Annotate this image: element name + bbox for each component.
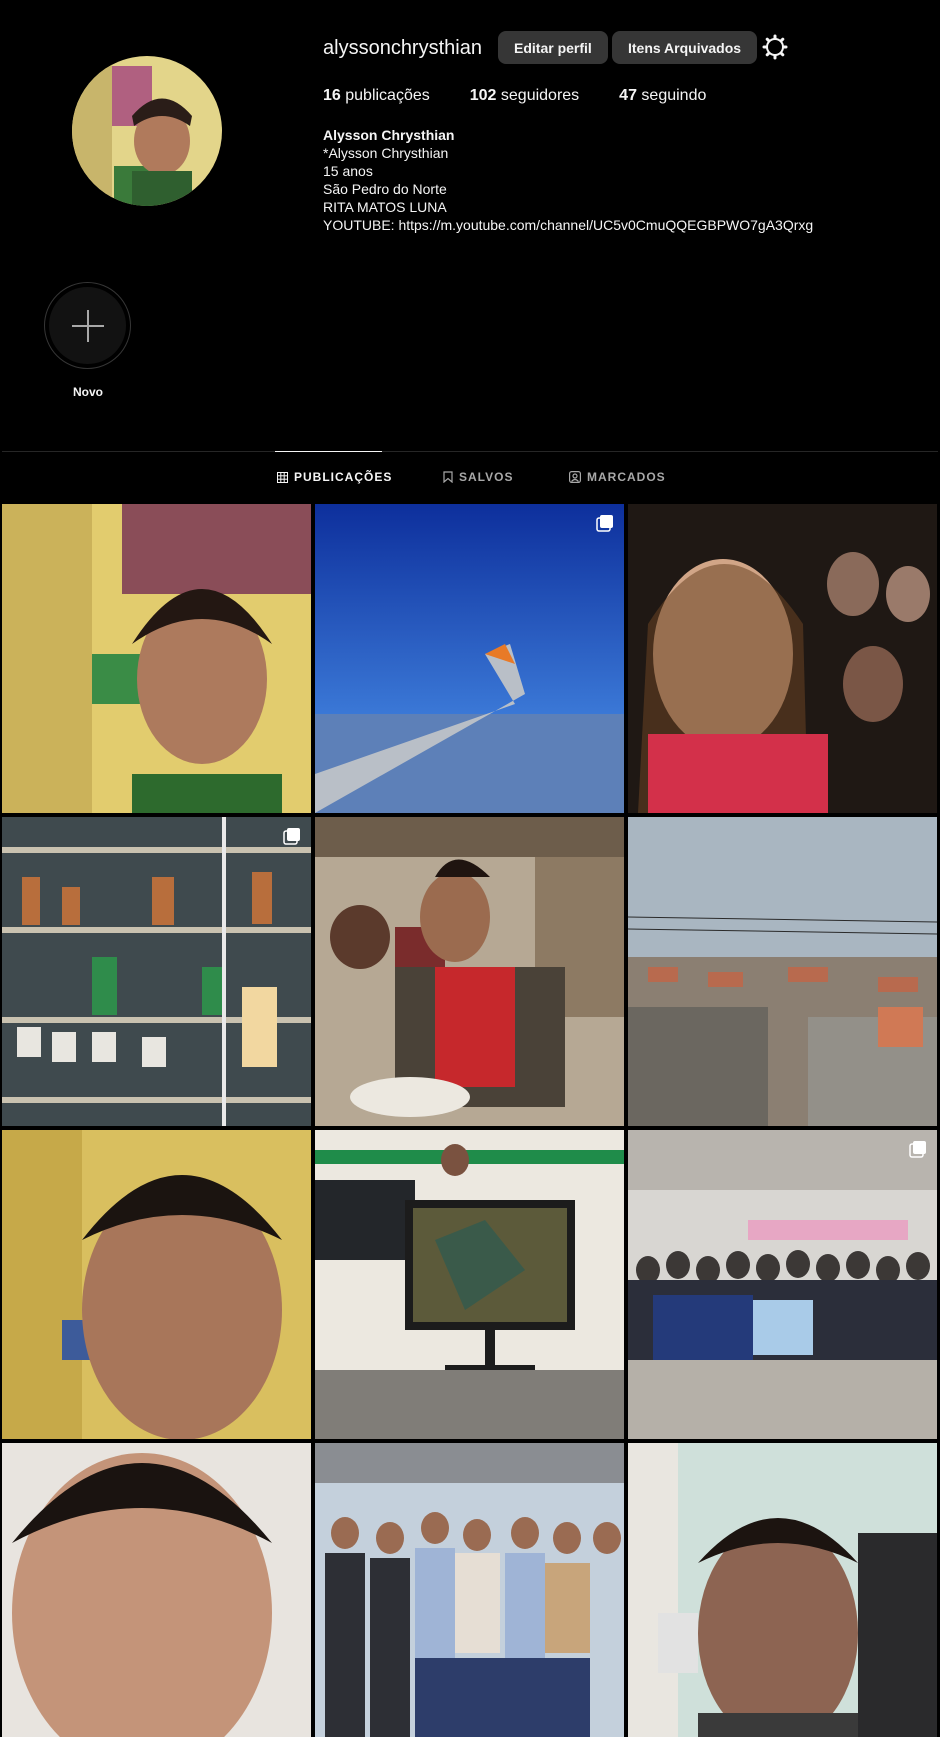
new-highlight-button[interactable]: Novo (44, 282, 132, 399)
post-selfie-light[interactable] (2, 1443, 311, 1737)
post-toy-shelf[interactable] (2, 817, 311, 1126)
plus-icon (71, 309, 104, 342)
profile-stats: 16 publicações 102 seguidores 47 seguind… (323, 87, 746, 105)
bio-line: RITA MATOS LUNA (323, 199, 447, 215)
archived-items-button[interactable]: Itens Arquivados (612, 31, 758, 64)
post-selfie-chair[interactable] (628, 1443, 937, 1737)
highlight-label: Novo (73, 385, 103, 399)
settings-icon[interactable] (762, 34, 788, 60)
bio-line: 15 anos (323, 163, 373, 179)
bio-name: Alysson Chrysthian (323, 127, 455, 143)
stat-following[interactable]: 47 seguindo (619, 87, 706, 105)
post-group-selfie[interactable] (628, 504, 937, 813)
post-class-photo[interactable] (628, 1130, 937, 1439)
bio-link[interactable]: YOUTUBE: https://m.youtube.com/channel/U… (323, 216, 813, 234)
tabs-divider (2, 451, 938, 452)
profile-bio: Alysson Chrysthian *Alysson Chrysthian 1… (323, 126, 813, 234)
avatar-image (72, 56, 222, 206)
tab-label: PUBLICAÇÕES (294, 470, 393, 484)
profile-avatar[interactable] (72, 56, 222, 206)
post-award-group[interactable] (315, 1443, 624, 1737)
tab-marcados[interactable]: MARCADOS (569, 470, 666, 484)
tab-salvos[interactable]: SALVOS (443, 470, 513, 484)
post-airplane-wing[interactable] (315, 504, 624, 813)
bio-line: São Pedro do Norte (323, 181, 447, 197)
post-city-view[interactable] (628, 817, 937, 1126)
multi-photo-icon (596, 515, 613, 532)
tab-label: SALVOS (459, 470, 514, 484)
grid-icon (277, 471, 288, 483)
edit-profile-button[interactable]: Editar perfil (498, 31, 608, 64)
post-selfie[interactable] (2, 504, 311, 813)
tab-label: MARCADOS (587, 470, 666, 484)
profile-tabs: PUBLICAÇÕES SALVOS MARCADOS (0, 470, 940, 486)
profile-username: alyssonchrysthian (323, 37, 482, 59)
bio-line: *Alysson Chrysthian (323, 145, 449, 161)
bookmark-icon (443, 471, 453, 483)
multi-photo-icon (283, 828, 300, 845)
post-game-monitor[interactable] (315, 1130, 624, 1439)
post-restaurant[interactable] (315, 817, 624, 1126)
multi-photo-icon (909, 1141, 926, 1158)
stat-followers[interactable]: 102 seguidores (470, 87, 579, 105)
tab-publicacoes[interactable]: PUBLICAÇÕES (277, 470, 392, 484)
tagged-icon (569, 471, 581, 483)
post-selfie-closeup[interactable] (2, 1130, 311, 1439)
active-tab-indicator (275, 451, 382, 452)
stat-posts: 16 publicações (323, 87, 430, 104)
highlight-circle[interactable] (44, 282, 131, 369)
